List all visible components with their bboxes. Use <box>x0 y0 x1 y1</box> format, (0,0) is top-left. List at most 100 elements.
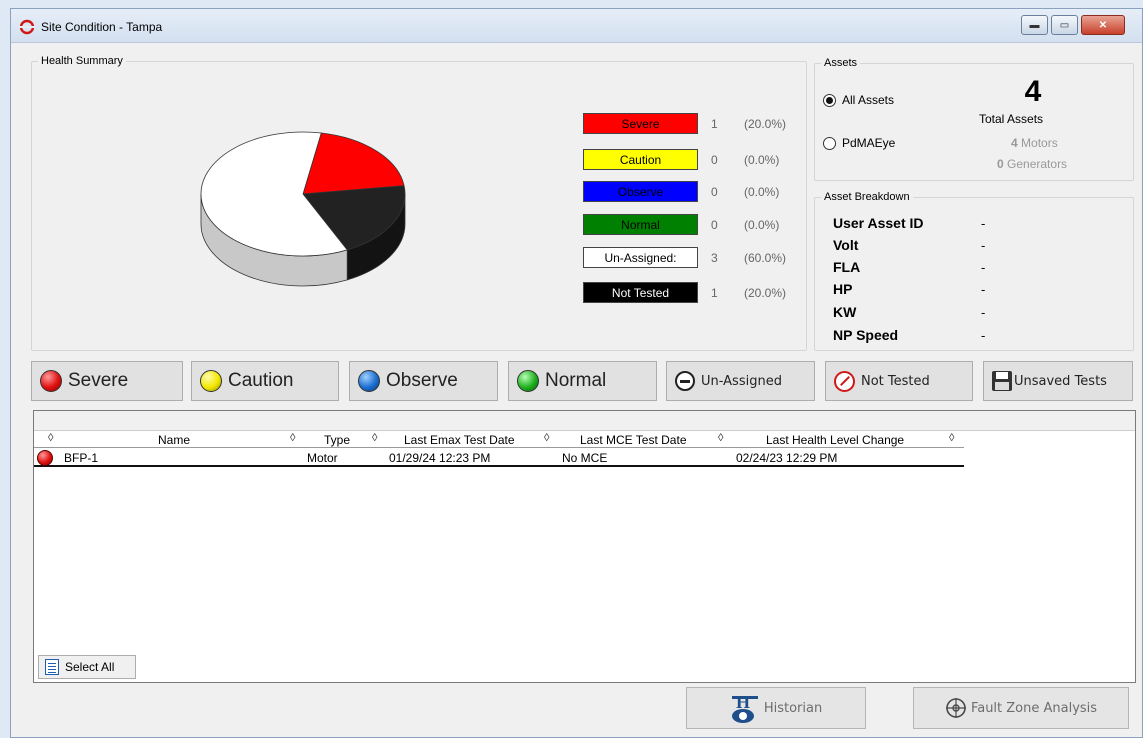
breakdown-value: - <box>981 282 986 297</box>
cell-health-change: 02/24/23 12:29 PM <box>736 451 838 465</box>
col-health-change[interactable]: Last Health Level Change <box>766 433 904 447</box>
red-ball-icon <box>40 370 62 392</box>
green-ball-icon <box>517 370 539 392</box>
historian-label: Historian <box>763 700 823 716</box>
all-assets-radio[interactable]: All Assets <box>823 93 894 107</box>
minimize-button[interactable]: ▬ <box>1021 15 1048 35</box>
asset-table: ◊ Name ◊ Type ◊ Last Emax Test Date ◊ La… <box>33 410 1136 683</box>
asset-breakdown-label: Asset Breakdown <box>821 191 913 203</box>
generators-label: Generators <box>1007 157 1068 171</box>
breakdown-value: - <box>981 216 986 231</box>
window-title: Site Condition - Tampa <box>41 20 163 34</box>
breakdown-value: - <box>981 238 986 253</box>
app-logo-icon <box>19 19 35 35</box>
not-tested-filter-label: Not Tested <box>861 373 930 389</box>
status-ball-icon <box>37 450 53 466</box>
unsaved-tests-label: Unsaved Tests <box>1014 373 1107 389</box>
total-assets-count: 4 <box>1024 75 1042 108</box>
maximize-icon: ▭ <box>1059 19 1070 31</box>
sort-icon[interactable]: ◊ <box>949 432 954 444</box>
legend-count: 1 <box>711 286 718 300</box>
sort-icon[interactable]: ◊ <box>372 432 377 444</box>
legend-swatch-un-assigned: Un-Assigned: <box>583 247 698 268</box>
crosshair-icon <box>945 698 966 718</box>
pdmaeye-radio[interactable]: PdMAEye <box>823 136 895 150</box>
legend-swatch-severe: Severe <box>583 113 698 134</box>
assets-label: Assets <box>821 57 861 69</box>
legend-swatch-normal: Normal <box>583 214 698 235</box>
yellow-ball-icon <box>200 370 222 392</box>
cell-name: BFP-1 <box>64 451 99 465</box>
breakdown-value: - <box>981 260 986 275</box>
table-row[interactable]: BFP-1 Motor 01/29/24 12:23 PM No MCE 02/… <box>34 449 964 467</box>
breakdown-key: User Asset ID <box>833 215 924 231</box>
fault-zone-label: Fault Zone Analysis <box>970 700 1098 716</box>
generators-summary: 0 Generators <box>997 157 1067 171</box>
col-last-emax[interactable]: Last Emax Test Date <box>404 433 515 447</box>
breakdown-value: - <box>981 328 986 343</box>
table-toolbar <box>34 411 1135 431</box>
severe-filter-button[interactable]: Severe <box>31 361 183 401</box>
legend-percent: (0.0%) <box>744 218 780 232</box>
list-icon <box>45 659 59 675</box>
unassigned-filter-label: Un-Assigned <box>701 373 782 389</box>
select-all-button[interactable]: Select All <box>38 655 136 679</box>
maximize-button[interactable]: ▭ <box>1051 15 1078 35</box>
col-last-mce[interactable]: Last MCE Test Date <box>580 433 687 447</box>
close-button[interactable]: ✕ <box>1081 15 1125 35</box>
radio-unselected-icon <box>823 136 836 150</box>
pdmaeye-label: PdMAEye <box>842 136 896 150</box>
normal-filter-button[interactable]: Normal <box>508 361 657 401</box>
motors-count: 4 <box>1011 136 1018 150</box>
cell-emax: 01/29/24 12:23 PM <box>389 451 491 465</box>
total-assets-label: Total Assets <box>979 112 1044 126</box>
minimize-icon: ▬ <box>1029 19 1040 31</box>
legend-count: 0 <box>711 153 718 167</box>
sort-icon[interactable]: ◊ <box>48 432 53 444</box>
caution-filter-button[interactable]: Caution <box>191 361 339 401</box>
floppy-disk-icon <box>992 371 1012 391</box>
observe-filter-label: Observe <box>386 370 458 391</box>
sort-icon[interactable]: ◊ <box>544 432 549 444</box>
legend-percent: (0.0%) <box>744 185 780 199</box>
radio-selected-icon <box>823 93 836 107</box>
site-condition-window: Site Condition - Tampa ▬ ▭ ✕ Health Summ… <box>10 8 1143 738</box>
svg-text:H: H <box>736 692 750 712</box>
historian-button[interactable]: H Historian <box>686 687 866 729</box>
minus-circle-icon <box>675 371 695 391</box>
legend-swatch-observe: Observe <box>583 181 698 202</box>
observe-filter-button[interactable]: Observe <box>349 361 498 401</box>
title-bar: Site Condition - Tampa ▬ ▭ ✕ <box>11 9 1142 43</box>
sort-icon[interactable]: ◊ <box>718 432 723 444</box>
legend-count: 0 <box>711 185 718 199</box>
legend-percent: (0.0%) <box>744 153 780 167</box>
unsaved-tests-button[interactable]: Unsaved Tests <box>983 361 1133 401</box>
cell-type: Motor <box>307 451 338 465</box>
col-name[interactable]: Name <box>158 433 190 447</box>
select-all-label: Select All <box>65 660 115 674</box>
assets-group: Assets <box>814 57 1134 181</box>
sort-icon[interactable]: ◊ <box>290 432 295 444</box>
severe-filter-label: Severe <box>68 370 129 391</box>
motors-label: Motors <box>1021 136 1058 150</box>
generators-count: 0 <box>997 157 1004 171</box>
caution-filter-label: Caution <box>228 370 294 391</box>
blue-ball-icon <box>358 370 380 392</box>
breakdown-key: FLA <box>833 259 861 275</box>
table-header: ◊ Name ◊ Type ◊ Last Emax Test Date ◊ La… <box>34 432 964 448</box>
breakdown-key: Volt <box>833 237 859 253</box>
all-assets-label: All Assets <box>842 93 895 107</box>
historian-icon: H <box>731 692 758 723</box>
breakdown-key: HP <box>833 281 853 297</box>
not-tested-filter-button[interactable]: Not Tested <box>825 361 973 401</box>
legend-count: 0 <box>711 218 718 232</box>
health-pie-chart <box>200 131 406 287</box>
normal-filter-label: Normal <box>545 370 607 391</box>
not-tested-gauge-icon <box>834 370 855 392</box>
legend-percent: (20.0%) <box>744 286 787 300</box>
legend-count: 1 <box>711 117 718 131</box>
col-type[interactable]: Type <box>324 433 350 447</box>
fault-zone-analysis-button[interactable]: Fault Zone Analysis <box>913 687 1129 729</box>
unassigned-filter-button[interactable]: Un-Assigned <box>666 361 815 401</box>
close-icon: ✕ <box>1098 19 1108 31</box>
